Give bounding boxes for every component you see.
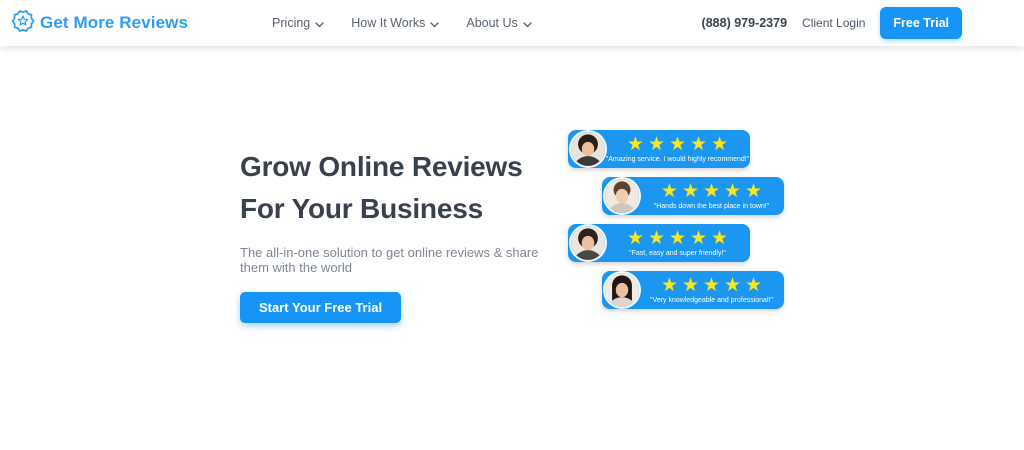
review-card: ★★★★★ "Very knowledgeable and profession… bbox=[602, 271, 784, 309]
nav-label: About Us bbox=[466, 16, 517, 30]
hero-copy: Grow Online Reviews For Your Business Th… bbox=[240, 146, 570, 323]
hero-heading-line2: For Your Business bbox=[240, 193, 483, 224]
review-card: ★★★★★ "Hands down the best place in town… bbox=[602, 177, 784, 215]
avatar bbox=[571, 132, 605, 166]
hero-subtitle: The all-in-one solution to get online re… bbox=[240, 245, 570, 275]
review-quote: "Hands down the best place in town!" bbox=[654, 203, 769, 210]
avatar bbox=[605, 273, 639, 307]
start-free-trial-button[interactable]: Start Your Free Trial bbox=[240, 292, 401, 323]
nav-label: How It Works bbox=[351, 16, 425, 30]
review-body: ★★★★★ "Very knowledgeable and profession… bbox=[639, 276, 784, 304]
chevron-down-icon bbox=[430, 17, 439, 31]
nav-item-pricing[interactable]: Pricing bbox=[272, 16, 324, 31]
review-cards: ★★★★★ "Amazing service. I would highly r… bbox=[568, 130, 784, 318]
phone-number[interactable]: (888) 979-2379 bbox=[702, 16, 787, 30]
avatar bbox=[571, 226, 605, 260]
badge-star-icon bbox=[10, 8, 36, 39]
header: Get More Reviews Pricing How It Works Ab… bbox=[0, 0, 1024, 46]
header-right: (888) 979-2379 Client Login Free Trial bbox=[702, 7, 962, 39]
free-trial-button[interactable]: Free Trial bbox=[880, 7, 962, 39]
chevron-down-icon bbox=[523, 17, 532, 31]
review-body: ★★★★★ "Amazing service. I would highly r… bbox=[605, 135, 750, 163]
review-body: ★★★★★ "Fast, easy and super friendly!" bbox=[605, 229, 750, 257]
star-rating: ★★★★★ bbox=[657, 182, 766, 201]
nav-label: Pricing bbox=[272, 16, 310, 30]
nav-item-how-it-works[interactable]: How It Works bbox=[351, 16, 439, 31]
logo-text: Get More Reviews bbox=[40, 13, 188, 33]
avatar bbox=[605, 179, 639, 213]
review-quote: "Fast, easy and super friendly!" bbox=[629, 250, 726, 257]
client-login-link[interactable]: Client Login bbox=[802, 16, 865, 30]
nav-item-about-us[interactable]: About Us bbox=[466, 16, 531, 31]
review-card: ★★★★★ "Amazing service. I would highly r… bbox=[568, 130, 750, 168]
review-quote: "Amazing service. I would highly recomme… bbox=[606, 156, 749, 163]
star-rating: ★★★★★ bbox=[623, 229, 732, 248]
chevron-down-icon bbox=[315, 17, 324, 31]
star-rating: ★★★★★ bbox=[657, 276, 766, 295]
review-quote: "Very knowledgeable and professional!" bbox=[650, 297, 773, 304]
hero-heading: Grow Online Reviews For Your Business bbox=[240, 146, 570, 230]
hero-heading-line1: Grow Online Reviews bbox=[240, 151, 523, 182]
review-body: ★★★★★ "Hands down the best place in town… bbox=[639, 182, 784, 210]
main-nav: Pricing How It Works About Us bbox=[272, 16, 532, 31]
star-rating: ★★★★★ bbox=[623, 135, 732, 154]
review-card: ★★★★★ "Fast, easy and super friendly!" bbox=[568, 224, 750, 262]
logo[interactable]: Get More Reviews bbox=[10, 8, 188, 39]
